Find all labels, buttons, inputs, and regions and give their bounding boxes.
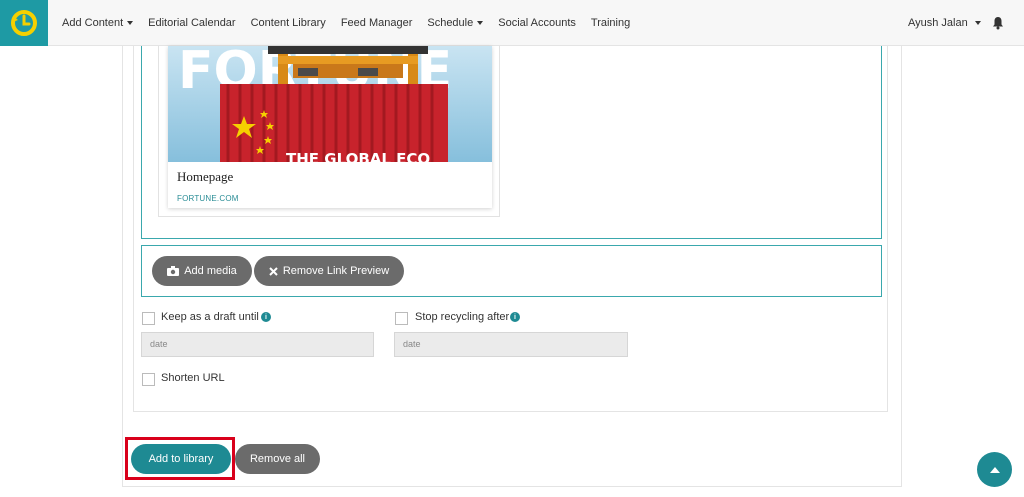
nav-content-library-label: Content Library [250, 17, 326, 29]
caret-up-icon [989, 466, 1000, 473]
scroll-to-top-button[interactable] [977, 452, 1012, 487]
user-name: Ayush Jalan [908, 17, 968, 29]
add-media-label: Add media [184, 265, 237, 277]
chevron-down-icon [127, 21, 134, 25]
chevron-down-icon [974, 21, 981, 25]
recycle-date-input[interactable]: date [394, 332, 628, 357]
link-preview-image: FORTUNE THE GLOBAL ECO [168, 46, 492, 162]
camera-icon [167, 266, 180, 276]
nav-editorial-calendar-label: Editorial Calendar [148, 17, 236, 29]
main-nav: Add Content Editorial Calendar Content L… [62, 0, 645, 46]
user-menu[interactable]: Ayush Jalan [908, 0, 981, 46]
shorten-url-checkbox[interactable] [142, 373, 155, 386]
nav-feed-manager-label: Feed Manager [340, 17, 413, 29]
bell-icon[interactable] [992, 16, 1004, 30]
add-media-button[interactable]: Add media [152, 256, 252, 286]
nav-add-content[interactable]: Add Content [62, 17, 134, 29]
chevron-down-icon [477, 21, 484, 25]
draft-date-input[interactable]: date [141, 332, 374, 357]
remove-link-preview-label: Remove Link Preview [282, 265, 390, 277]
cover-headline: THE GLOBAL ECO [286, 150, 430, 162]
remove-all-button[interactable]: Remove all [235, 444, 320, 474]
link-preview-domain: FORTUNE.COM [177, 194, 239, 203]
media-panel [141, 245, 882, 297]
nav-editorial-calendar[interactable]: Editorial Calendar [148, 17, 235, 29]
nav-social-accounts[interactable]: Social Accounts [498, 17, 576, 29]
recycle-info-icon[interactable]: i [510, 312, 520, 322]
link-preview-title: Homepage [177, 169, 234, 184]
draft-info-icon[interactable]: i [261, 312, 271, 322]
nav-feed-manager[interactable]: Feed Manager [341, 17, 413, 29]
top-navbar: Add Content Editorial Calendar Content L… [0, 0, 1024, 46]
highlight-box [125, 437, 235, 480]
recycle-checkbox[interactable] [395, 312, 408, 325]
remove-all-label: Remove all [249, 453, 306, 465]
clock-logo-icon [11, 10, 37, 36]
remove-link-preview-button[interactable]: Remove Link Preview [254, 256, 404, 286]
nav-add-content-label: Add Content [62, 17, 124, 29]
draft-label: Keep as a draft until [161, 311, 259, 323]
recycle-label: Stop recycling after [415, 311, 510, 323]
nav-content-library[interactable]: Content Library [251, 17, 326, 29]
nav-training-label: Training [590, 17, 631, 29]
nav-schedule[interactable]: Schedule [427, 17, 484, 29]
nav-social-accounts-label: Social Accounts [498, 17, 576, 29]
shorten-url-label: Shorten URL [161, 372, 225, 384]
draft-checkbox[interactable] [142, 312, 155, 325]
magazine-cover-image: FORTUNE THE GLOBAL ECO [168, 46, 492, 162]
nav-schedule-label: Schedule [427, 17, 474, 29]
nav-training[interactable]: Training [591, 17, 630, 29]
app-logo[interactable] [0, 0, 48, 46]
close-icon [269, 266, 278, 276]
